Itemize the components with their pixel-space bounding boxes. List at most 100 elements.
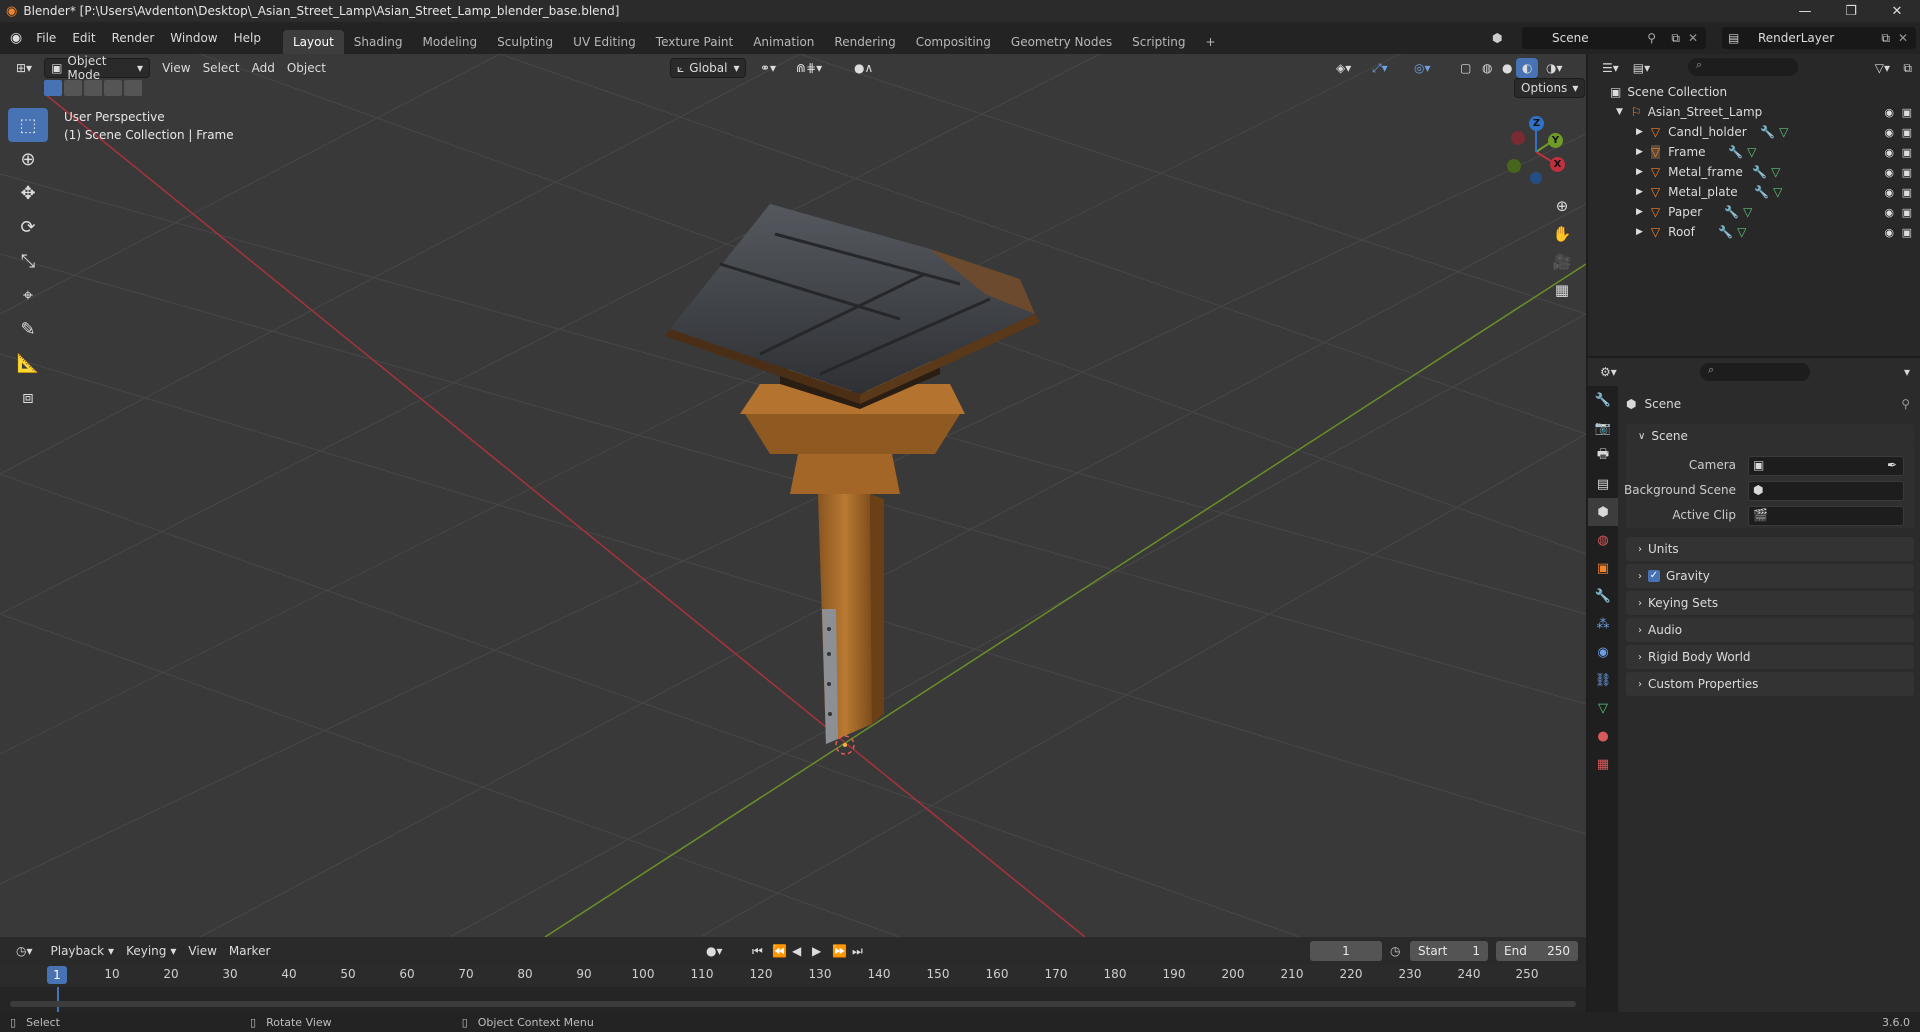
menu-timeline-view[interactable]: View [182,941,222,961]
eye-icon[interactable]: ◉ [1884,186,1894,199]
camera-icon[interactable]: ▣ [1902,226,1912,239]
tab-rendering[interactable]: Rendering [824,30,905,54]
delete-scene-icon[interactable]: ✕ [1688,31,1698,45]
perspective-toggle-icon[interactable]: ▦ [1548,276,1576,304]
timeline-scrollbar[interactable] [10,1001,1576,1007]
menu-edit[interactable]: Edit [64,22,103,54]
measure-tool[interactable]: 📐 [8,346,48,380]
select-subtract-icon[interactable] [84,80,102,96]
outliner-object-row[interactable]: ▶ ▽ Roof 🔧 ▽ ◉ ▣ [1588,222,1920,242]
play-icon[interactable]: ▶ [806,941,827,961]
menu-view[interactable]: View [156,58,196,78]
tab-modeling[interactable]: Modeling [413,30,488,54]
render-tab-icon[interactable]: 📷 [1588,414,1618,442]
menu-file[interactable]: File [28,22,64,54]
menu-keying[interactable]: Keying ▾ [120,941,182,961]
outliner-scene-collection[interactable]: ▣ Scene Collection [1588,82,1920,102]
expand-arrow-icon[interactable]: ▶ [1636,147,1643,157]
visibility-icon[interactable]: ◈▾ [1330,58,1357,78]
tab-texture-paint[interactable]: Texture Paint [646,30,743,54]
pin-icon[interactable]: ⚲ [1647,31,1656,45]
keying-sets-panel[interactable]: › Keying Sets [1626,591,1914,615]
camera-icon[interactable]: ▣ [1902,126,1912,139]
eye-icon[interactable]: ◉ [1884,106,1894,119]
pin-icon[interactable]: ⚲ [1901,397,1910,411]
options-dropdown[interactable]: Options ▾ [1514,78,1586,98]
menu-object[interactable]: Object [281,58,332,78]
rotate-tool[interactable]: ⟳ [8,210,48,244]
audio-panel[interactable]: › Audio [1626,618,1914,642]
camera-icon[interactable]: ▣ [1902,146,1912,159]
new-layer-icon[interactable]: ⧉ [1881,31,1890,46]
properties-editor-icon[interactable]: ⚙▾ [1600,365,1617,379]
gravity-checkbox[interactable]: ✓ [1648,570,1660,582]
scale-tool[interactable]: ⤡ [8,244,48,278]
start-frame-field[interactable]: Start 1 [1410,941,1488,961]
clock-icon[interactable]: ◷ [1390,944,1400,958]
auto-keying-icon[interactable]: ●▾ [700,941,729,961]
expand-arrow-icon[interactable]: ▼ [1616,107,1623,117]
properties-search-input[interactable]: ⌕ [1700,363,1810,381]
particles-tab-icon[interactable]: ⁂ [1588,610,1618,638]
add-workspace-button[interactable]: + [1196,30,1226,54]
tab-shading[interactable]: Shading [344,30,413,54]
display-mode-icon[interactable]: ▤▾ [1633,61,1650,75]
expand-arrow-icon[interactable]: ▶ [1636,207,1643,217]
navigation-gizmo[interactable]: Z Y X [1496,112,1576,192]
object-tab-icon[interactable]: ▣ [1588,554,1618,582]
constraints-tab-icon[interactable]: ⛓ [1588,666,1618,694]
rigid-body-world-panel[interactable]: › Rigid Body World [1626,645,1914,669]
world-tab-icon[interactable]: ◍ [1588,526,1618,554]
new-scene-icon[interactable]: ⧉ [1671,31,1680,46]
eye-icon[interactable]: ◉ [1884,166,1894,179]
material-tab-icon[interactable]: ● [1588,722,1618,750]
timeline-body[interactable] [0,987,1586,1012]
eyedropper-icon[interactable]: ✒ [1887,458,1897,472]
select-intersect-icon[interactable] [124,80,142,96]
select-box-tool[interactable]: ⬚ [8,108,48,142]
material-shading-icon[interactable]: ◐ [1516,58,1539,78]
zoom-icon[interactable]: ⊕ [1548,192,1576,220]
outliner-collection-row[interactable]: ▼ ⚐ Asian_Street_Lamp ◉ ▣ [1588,102,1920,122]
playhead[interactable]: 1 [47,966,67,984]
outliner-object-row[interactable]: ▶ ▽ Frame 🔧 ▽ ◉ ▣ [1588,142,1920,162]
tab-animation[interactable]: Animation [743,30,824,54]
scene-selector[interactable]: ⬢ Scene ⚲ ⧉ ✕ [1492,27,1706,49]
tab-uv-editing[interactable]: UV Editing [563,30,646,54]
overlays-icon[interactable]: ◎▾ [1408,58,1437,78]
select-new-icon[interactable] [44,80,62,96]
gravity-panel[interactable]: › ✓ Gravity [1626,564,1914,588]
tab-compositing[interactable]: Compositing [906,30,1001,54]
camera-icon[interactable]: ▣ [1902,106,1912,119]
transform-tool[interactable]: ⌖ [8,278,48,312]
render-layer-selector[interactable]: ▤ RenderLayer ⧉ ✕ [1722,27,1916,49]
close-button[interactable]: ✕ [1874,0,1920,22]
units-panel[interactable]: › Units [1626,537,1914,561]
proportional-editing-icon[interactable]: ●∧ [848,58,879,78]
3d-viewport[interactable] [0,54,1586,937]
select-invert-icon[interactable] [104,80,122,96]
eye-icon[interactable]: ◉ [1884,226,1894,239]
outliner-object-row[interactable]: ▶ ▽ Candl_holder 🔧 ▽ ◉ ▣ [1588,122,1920,142]
tab-layout[interactable]: Layout [282,30,344,54]
gizmo-y-axis-label[interactable]: Y [1548,133,1563,148]
add-cube-tool[interactable]: ⧈ [8,380,48,414]
blender-menu-icon[interactable]: ◉ [10,30,22,46]
rendered-shading-icon[interactable]: ◑▾ [1540,58,1569,78]
gizmo-x-axis-label[interactable]: X [1550,157,1565,172]
texture-tab-icon[interactable]: ▦ [1588,750,1618,778]
chevron-down-icon[interactable]: ▾ [1904,365,1910,379]
cursor-tool[interactable]: ⊕ [8,142,48,176]
expand-arrow-icon[interactable]: ▶ [1636,167,1643,177]
xray-icon[interactable]: ▢ [1454,58,1477,78]
menu-add[interactable]: Add [246,58,281,78]
custom-properties-panel[interactable]: › Custom Properties [1626,672,1914,696]
menu-playback[interactable]: Playback ▾ [45,941,121,961]
tab-geometry-nodes[interactable]: Geometry Nodes [1001,30,1122,54]
tab-sculpting[interactable]: Sculpting [487,30,563,54]
frame-ruler[interactable]: 1 10 20 30 40 50 60 70 80 90 100 110 120… [0,965,1586,987]
pan-hand-icon[interactable]: ✋ [1548,220,1576,248]
transform-orientation-dropdown[interactable]: ⟀ Global ▾ [670,58,746,78]
menu-marker[interactable]: Marker [223,941,276,961]
gizmo-toggle-icon[interactable]: ⤢▾ [1366,58,1394,78]
